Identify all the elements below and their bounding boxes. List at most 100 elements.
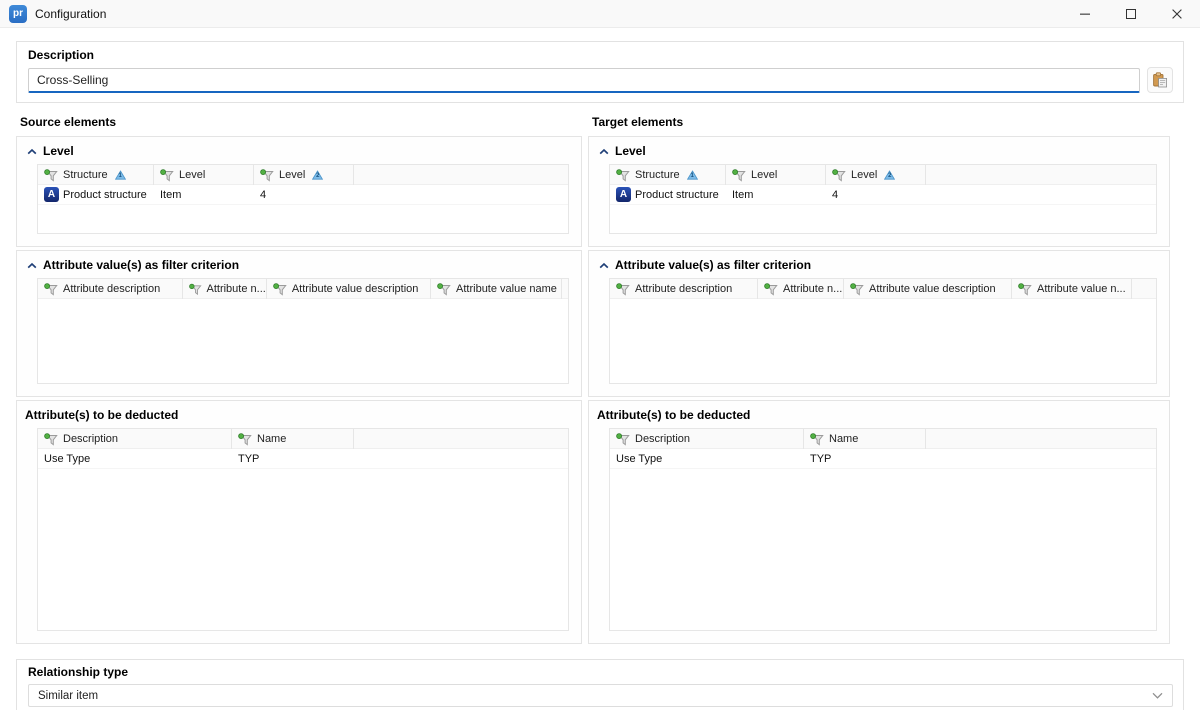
column-label: Description	[63, 433, 118, 445]
column-header-empty	[926, 165, 1156, 185]
relationship-type-value: Similar item	[38, 690, 98, 702]
filter-icon[interactable]	[732, 169, 746, 182]
maximize-button[interactable]	[1108, 0, 1154, 28]
column-header-structure[interactable]: Structure 1	[610, 165, 726, 185]
table-row[interactable]: A Product structure Item 4	[38, 185, 568, 205]
column-header-name[interactable]: Name	[804, 429, 926, 449]
column-header-structure[interactable]: Structure 1	[38, 165, 154, 185]
title-bar[interactable]: pr Configuration	[0, 0, 1200, 28]
target-filter-title: Attribute value(s) as filter criterion	[615, 258, 811, 272]
table-header-row: Structure 1 Level	[38, 165, 568, 185]
relationship-type-select[interactable]: Similar item	[28, 684, 1173, 707]
filter-icon[interactable]	[616, 433, 630, 446]
filter-icon[interactable]	[1018, 283, 1032, 296]
source-level-header[interactable]: Level	[25, 141, 569, 161]
column-label: Attribute value description	[292, 283, 419, 295]
target-filter-header[interactable]: Attribute value(s) as filter criterion	[597, 255, 1157, 275]
dialog-content: Description Source elements Level	[0, 28, 1200, 710]
cell-structure: Product structure	[635, 189, 719, 201]
column-header-attribute-value-description[interactable]: Attribute value description	[844, 279, 1012, 299]
target-filter-panel: Attribute value(s) as filter criterion A…	[588, 250, 1170, 397]
table-row[interactable]: Use Type TYP	[610, 449, 1156, 469]
filter-icon[interactable]	[616, 283, 630, 296]
window-title: Configuration	[35, 7, 106, 21]
filter-icon[interactable]	[832, 169, 846, 182]
column-header-attribute-description[interactable]: Attribute description	[38, 279, 183, 299]
column-header-empty	[1132, 279, 1156, 299]
column-header-attribute-name[interactable]: Attribute n...	[183, 279, 267, 299]
relationship-type-panel: Relationship type Similar item	[16, 659, 1184, 710]
column-header-empty	[354, 165, 568, 185]
column-header-description[interactable]: Description	[38, 429, 232, 449]
target-deducted-header: Attribute(s) to be deducted	[597, 405, 1157, 425]
source-filter-table: Attribute description Attribute n... Att…	[37, 278, 569, 384]
column-header-level[interactable]: Level	[726, 165, 826, 185]
filter-icon[interactable]	[44, 283, 58, 296]
column-header-attribute-name[interactable]: Attribute n...	[758, 279, 844, 299]
column-header-empty	[562, 279, 568, 299]
column-header-attribute-value-name[interactable]: Attribute value n...	[1012, 279, 1132, 299]
cell-name: TYP	[238, 453, 259, 465]
filter-icon[interactable]	[44, 169, 58, 182]
column-header-level[interactable]: Level	[154, 165, 254, 185]
close-button[interactable]	[1154, 0, 1200, 28]
sort-ascending-icon: 1	[687, 170, 698, 180]
table-row[interactable]: A Product structure Item 4	[610, 185, 1156, 205]
filter-icon[interactable]	[437, 283, 451, 296]
filter-icon[interactable]	[160, 169, 174, 182]
configuration-window: pr Configuration Description	[0, 0, 1200, 710]
filter-icon[interactable]	[850, 283, 864, 296]
target-deducted-title: Attribute(s) to be deducted	[597, 408, 750, 422]
column-header-level2[interactable]: Level 2	[826, 165, 926, 185]
structure-type-icon: A	[44, 187, 59, 202]
filter-icon[interactable]	[810, 433, 824, 446]
column-label: Name	[257, 433, 286, 445]
column-header-description[interactable]: Description	[610, 429, 804, 449]
column-header-empty	[354, 429, 568, 449]
close-icon	[1172, 9, 1182, 19]
cell-level-number: 4	[832, 189, 838, 201]
table-row[interactable]: Use Type TYP	[38, 449, 568, 469]
collapse-icon[interactable]	[599, 148, 609, 155]
filter-icon[interactable]	[273, 283, 287, 296]
column-label: Structure	[63, 169, 108, 181]
target-deducted-table: Description Name Use Type TYP	[609, 428, 1157, 631]
column-label: Structure	[635, 169, 680, 181]
filter-icon[interactable]	[44, 433, 58, 446]
column-header-level2[interactable]: Level 2	[254, 165, 354, 185]
filter-icon[interactable]	[238, 433, 252, 446]
clipboard-icon	[1152, 72, 1168, 88]
paste-button[interactable]	[1147, 67, 1173, 93]
target-elements-column: Target elements Level Structure	[588, 115, 1170, 647]
collapse-icon[interactable]	[27, 148, 37, 155]
cell-level: Item	[160, 189, 181, 201]
relationship-type-label: Relationship type	[28, 665, 1173, 679]
sort-ascending-icon: 1	[115, 170, 126, 180]
description-input[interactable]	[28, 68, 1140, 93]
maximize-icon	[1126, 9, 1136, 19]
column-label: Attribute description	[63, 283, 160, 295]
collapse-icon[interactable]	[27, 262, 37, 269]
column-header-attribute-description[interactable]: Attribute description	[610, 279, 758, 299]
target-level-header[interactable]: Level	[597, 141, 1157, 161]
window-controls	[1062, 0, 1200, 28]
filter-icon[interactable]	[764, 283, 778, 296]
column-header-attribute-value-description[interactable]: Attribute value description	[267, 279, 431, 299]
column-label: Attribute value n...	[1037, 283, 1126, 295]
filter-icon[interactable]	[616, 169, 630, 182]
column-header-name[interactable]: Name	[232, 429, 354, 449]
filter-icon[interactable]	[189, 283, 202, 296]
source-deducted-table: Description Name Use Type TYP	[37, 428, 569, 631]
source-level-panel: Level Structure 1	[16, 136, 582, 247]
source-elements-column: Source elements Level Structure	[16, 115, 582, 647]
cell-level-number: 4	[260, 189, 266, 201]
column-header-attribute-value-name[interactable]: Attribute value name	[431, 279, 562, 299]
minimize-button[interactable]	[1062, 0, 1108, 28]
column-label: Name	[829, 433, 858, 445]
cell-level: Item	[732, 189, 753, 201]
collapse-icon[interactable]	[599, 262, 609, 269]
structure-type-icon: A	[616, 187, 631, 202]
filter-icon[interactable]	[260, 169, 274, 182]
source-filter-header[interactable]: Attribute value(s) as filter criterion	[25, 255, 569, 275]
column-label: Level	[279, 169, 305, 181]
